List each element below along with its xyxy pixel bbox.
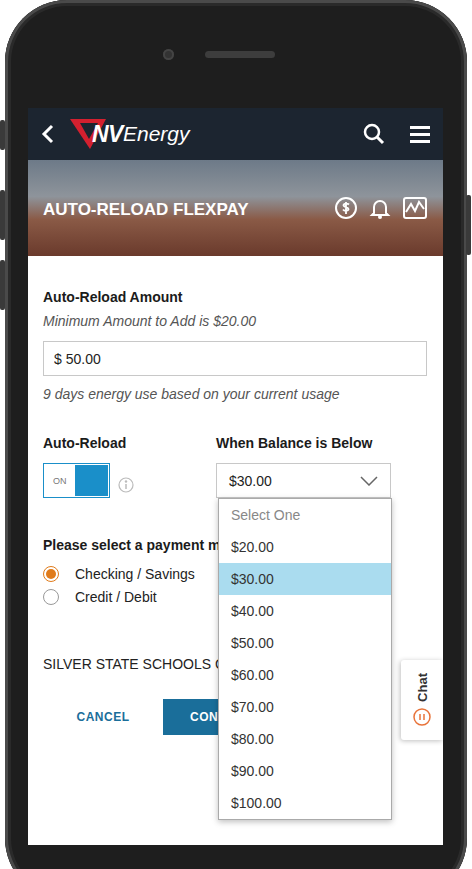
option-text: $70.00 xyxy=(231,699,274,715)
bell-icon xyxy=(369,196,391,220)
back-arrow-icon xyxy=(40,123,56,145)
option-label: $100.00 xyxy=(231,795,282,811)
info-icon xyxy=(118,477,134,493)
option-text: $40.00 xyxy=(231,603,274,619)
form-content: Auto-Reload Amount Minimum Amount to Add … xyxy=(28,256,443,735)
option-label: $80.00 xyxy=(231,731,274,747)
toggle-knob xyxy=(75,465,108,496)
chevron-down-icon xyxy=(360,476,378,486)
dropdown-option[interactable]: $80.00 xyxy=(219,723,391,755)
usage-note: 9 days energy use based on your current … xyxy=(43,385,428,403)
amount-hint: Minimum Amount to Add is $20.00 xyxy=(43,312,428,330)
radio-dot xyxy=(46,569,56,579)
usage-chart-icon xyxy=(402,196,428,220)
option-label: $30.00 xyxy=(231,571,274,587)
option-label: $70.00 xyxy=(231,699,274,715)
option-text: $20.00 xyxy=(231,539,274,555)
payment-option-label: Credit / Debit xyxy=(75,589,157,605)
chat-label: Chat xyxy=(415,673,430,702)
option-label: Select One xyxy=(231,507,300,523)
amount-input[interactable] xyxy=(43,341,427,376)
dropdown-option[interactable]: $50.00 xyxy=(219,627,391,659)
option-text: $100.00 xyxy=(231,795,282,811)
threshold-select[interactable]: $30.00Select One$20.00$30.00$40.00$50.00… xyxy=(216,463,391,498)
top-bar: NVEnergy xyxy=(28,108,443,160)
option-label: $50.00 xyxy=(231,635,274,651)
chat-bubble-icon xyxy=(412,707,432,727)
phone-frame: NVEnergy AUTO-RELOAD FLEXPAY Auto-Reload A… xyxy=(5,0,467,869)
threshold-dropdown: Select One $20.00 $30.00 $40.00 $50.00 $60.00… xyxy=(218,498,392,820)
dropdown-option: Select One xyxy=(219,499,391,531)
page-banner: AUTO-RELOAD FLEXPAY xyxy=(28,160,443,256)
amount-label: Auto-Reload Amount xyxy=(43,288,428,306)
option-label: $90.00 xyxy=(231,763,274,779)
cancel-text: CANCEL xyxy=(77,710,130,724)
option-text: $50.00 xyxy=(231,635,274,651)
search-icon xyxy=(363,123,385,145)
dropdown-option[interactable]: $40.00 xyxy=(219,595,391,627)
dropdown-option[interactable]: $70.00 xyxy=(219,691,391,723)
option-label: $20.00 xyxy=(231,539,274,555)
dollar-circle-icon xyxy=(334,196,358,220)
threshold-column: When Balance is Below $30.00Select One$20… xyxy=(216,434,391,498)
page-title: AUTO-RELOAD FLEXPAY xyxy=(43,200,334,220)
radio-button[interactable] xyxy=(43,589,59,605)
dropdown-option[interactable]: $30.00 xyxy=(219,563,391,595)
threshold-label: When Balance is Below xyxy=(216,434,391,452)
app-screen: NVEnergy AUTO-RELOAD FLEXPAY Auto-Reload A… xyxy=(28,108,443,845)
option-text: $30.00 xyxy=(231,571,274,587)
auto-reload-label: Auto-Reload xyxy=(43,434,216,452)
auto-reload-column: Auto-Reload ON xyxy=(43,434,216,498)
dropdown-option[interactable]: $100.00 xyxy=(219,787,391,819)
dropdown-option[interactable]: $90.00 xyxy=(219,755,391,787)
option-text: $60.00 xyxy=(231,667,274,683)
radio-button[interactable] xyxy=(43,566,59,582)
chat-tab[interactable]: Chat xyxy=(401,660,443,740)
logo-rest: Energy xyxy=(123,122,190,146)
auto-reload-row: Auto-Reload ON When Balance is Below $30.00… xyxy=(43,434,428,498)
option-label: $60.00 xyxy=(231,667,274,683)
option-text: Select One xyxy=(231,507,300,523)
logo-bold: NV xyxy=(92,121,123,148)
dropdown-option[interactable]: $20.00 xyxy=(219,531,391,563)
cancel-button[interactable]: CANCEL xyxy=(43,699,163,735)
threshold-value: $30.00 xyxy=(229,473,360,489)
continue-text: CON xyxy=(190,710,218,724)
dropdown-option[interactable]: $60.00 xyxy=(219,659,391,691)
option-text: $80.00 xyxy=(231,731,274,747)
toggle-text: ON xyxy=(45,476,75,486)
auto-reload-toggle[interactable]: ON xyxy=(43,463,110,498)
option-label: $40.00 xyxy=(231,603,274,619)
option-text: $90.00 xyxy=(231,763,274,779)
brand-logo[interactable]: NVEnergy xyxy=(70,117,190,151)
toggle-row: ON xyxy=(43,463,216,498)
payment-option-label: Checking / Savings xyxy=(75,566,195,582)
menu-icon xyxy=(409,124,431,144)
